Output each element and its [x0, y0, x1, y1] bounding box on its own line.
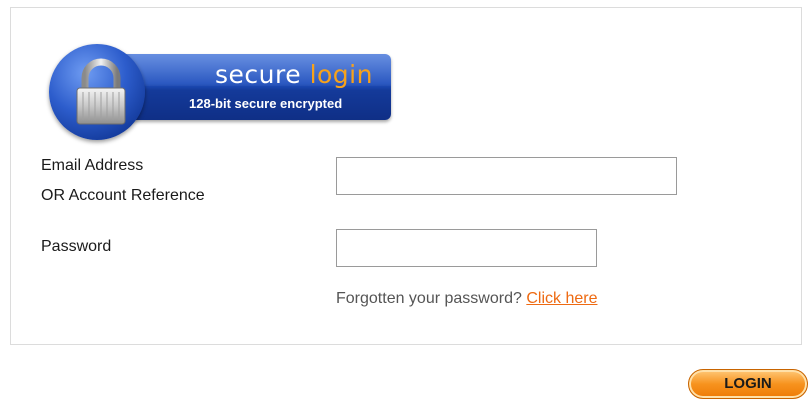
secure-login-badge: secure login 128-bit secure encrypted — [47, 44, 393, 144]
badge-subtitle: 128-bit secure encrypted — [189, 96, 343, 111]
badge-title-secure: secure — [215, 60, 302, 89]
badge-title: secure login — [215, 60, 373, 89]
email-label-line1: Email Address — [41, 157, 144, 174]
password-input[interactable] — [336, 229, 597, 267]
forgot-password-link[interactable]: Click here — [526, 290, 597, 307]
login-panel: secure login 128-bit secure encrypted Em… — [10, 7, 802, 345]
login-button[interactable]: LOGIN — [688, 369, 808, 399]
forgot-password-text: Forgotten your password? — [336, 290, 522, 307]
login-button-label: LOGIN — [724, 375, 772, 392]
badge-title-login: login — [309, 60, 373, 89]
badge-circle — [49, 44, 145, 140]
password-label: Password — [41, 238, 112, 255]
forgot-password-row: Forgotten your password? Click here — [336, 290, 597, 308]
email-input[interactable] — [336, 157, 677, 195]
email-label-line2: OR Account Reference — [41, 187, 205, 204]
padlock-icon — [76, 58, 126, 125]
